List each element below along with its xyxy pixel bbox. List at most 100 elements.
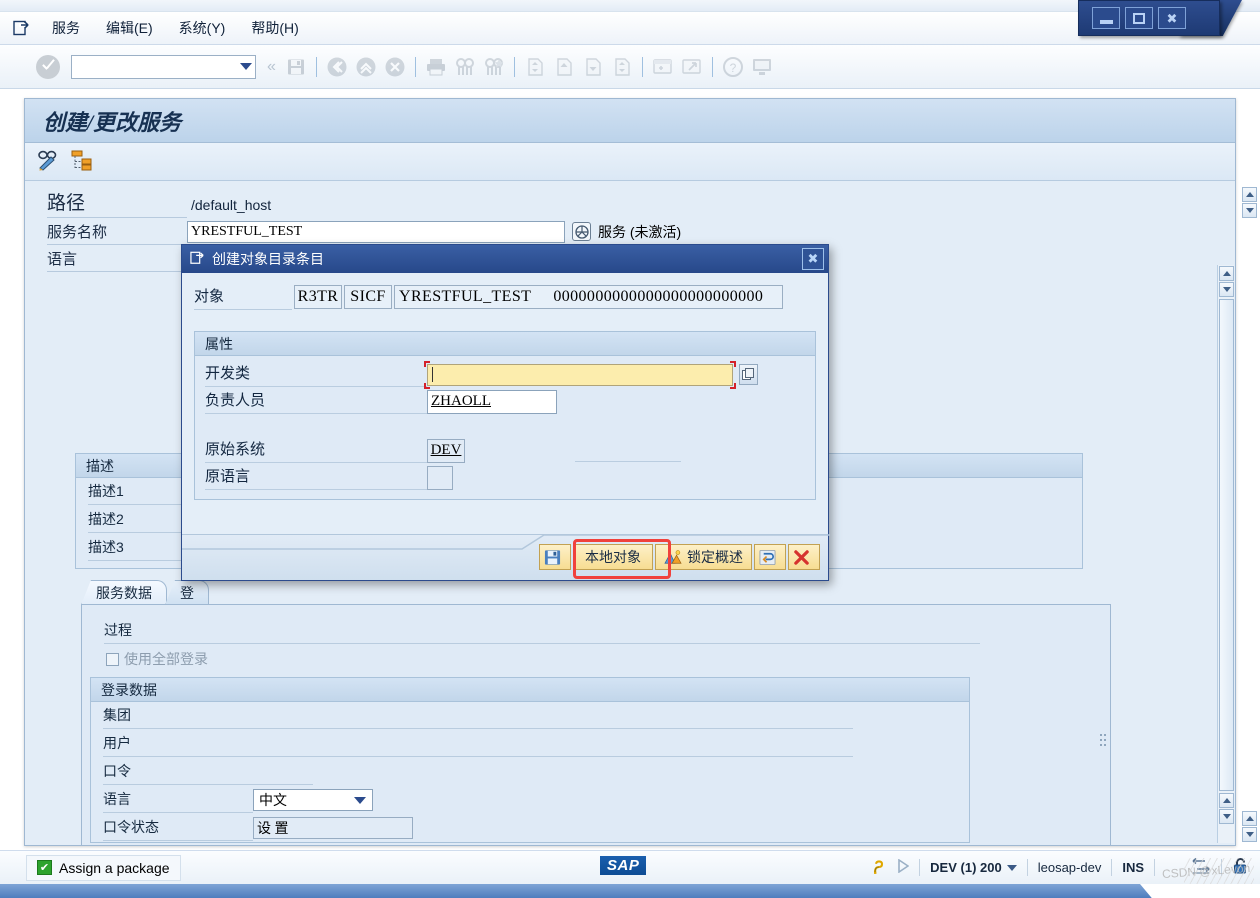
logon-language-select[interactable]: 中文 xyxy=(253,789,373,811)
find-icon[interactable] xyxy=(452,54,478,80)
green-check-icon: ✔ xyxy=(37,860,52,875)
dialog-title: 创建对象目录条目 xyxy=(212,251,324,267)
save-button[interactable] xyxy=(539,544,571,570)
screen-root: ✖ 服务 编辑(E) 系统(Y) 帮助(H) « ? 创建/更改服务 路径 /d… xyxy=(0,0,1260,898)
tab-logon[interactable]: 登 xyxy=(165,580,209,605)
password-status-value: 设 置 xyxy=(257,822,289,837)
print-icon[interactable] xyxy=(423,54,449,80)
enter-button[interactable] xyxy=(36,54,60,79)
unlocked-icon[interactable] xyxy=(1232,857,1250,878)
outer-scroll-buttons-bottom[interactable] xyxy=(1240,810,1258,846)
first-page-icon[interactable] xyxy=(522,54,548,80)
customize-local-layout-icon[interactable] xyxy=(749,54,775,80)
save-icon[interactable] xyxy=(283,54,309,80)
command-input[interactable] xyxy=(72,56,230,77)
close-button[interactable]: ✖ xyxy=(1158,7,1186,29)
last-page-icon[interactable] xyxy=(609,54,635,80)
content-scrollbar[interactable] xyxy=(1217,265,1234,843)
outer-scroll-down-button-bottom[interactable] xyxy=(1241,827,1257,842)
hierarchy-icon[interactable] xyxy=(71,149,93,174)
find-next-icon[interactable] xyxy=(481,54,507,80)
scroll-up-icon xyxy=(1222,798,1231,803)
system-indicator[interactable]: DEV (1) 200 xyxy=(930,860,1017,875)
toolbar-collapse-icon[interactable]: « xyxy=(267,58,276,76)
tab-strip: 服务数据 登 xyxy=(81,579,209,605)
globe-icon[interactable] xyxy=(572,222,591,241)
menu-item-edit[interactable]: 编辑(E) xyxy=(94,15,165,41)
scroll-up-button-bottom[interactable] xyxy=(1218,793,1234,808)
create-session-icon[interactable] xyxy=(650,54,676,80)
other-request-button[interactable] xyxy=(754,544,786,570)
main-toolbar: « ? xyxy=(0,45,1260,89)
object-type-value: R3TR xyxy=(297,288,339,305)
object-name-field[interactable]: YRESTFUL_TEST 0000000000000000000000000 xyxy=(394,285,783,309)
object-class-field[interactable]: SICF xyxy=(344,285,392,309)
cancel-icon[interactable] xyxy=(382,54,408,80)
minimize-button[interactable] xyxy=(1092,7,1120,29)
system-menu-icon[interactable] xyxy=(10,17,32,39)
play-icon[interactable] xyxy=(897,858,910,876)
menu-item-system[interactable]: 系统(Y) xyxy=(167,15,238,41)
page-title: 创建/更改服务 xyxy=(25,99,1235,143)
outer-scroll-buttons[interactable] xyxy=(1240,186,1258,222)
create-shortcut-icon[interactable] xyxy=(679,54,705,80)
logon-row-password: 口令 xyxy=(91,758,969,786)
orig-language-input[interactable] xyxy=(427,465,453,490)
scroll-down-button-bottom[interactable] xyxy=(1218,809,1234,824)
person-input[interactable]: ZHAOLL xyxy=(427,389,557,414)
outer-scroll-up-button-bottom[interactable] xyxy=(1241,811,1257,826)
menu-item-help[interactable]: 帮助(H) xyxy=(239,15,310,41)
user-field[interactable] xyxy=(253,731,853,757)
chevron-down-icon[interactable] xyxy=(240,62,252,70)
maximize-button[interactable] xyxy=(1125,7,1153,29)
required-marker-icon xyxy=(424,360,430,367)
status-separator xyxy=(1154,859,1155,876)
next-page-icon[interactable] xyxy=(580,54,606,80)
attributes-group: 属性 开发类 负责人员 ZHAOLL 原始系统 DEV 原语言 xyxy=(194,331,816,500)
orig-system-input[interactable]: DEV xyxy=(427,438,465,463)
command-field[interactable] xyxy=(71,54,256,79)
toolbar-separator xyxy=(711,56,713,77)
previous-page-icon[interactable] xyxy=(551,54,577,80)
tab-service-data[interactable]: 服务数据 xyxy=(81,580,167,605)
exit-icon[interactable] xyxy=(353,54,379,80)
help-yellow-icon[interactable] xyxy=(871,858,887,878)
menu-item-service[interactable]: 服务 xyxy=(40,15,92,41)
attributes-group-title: 属性 xyxy=(195,332,815,356)
scroll-thumb[interactable] xyxy=(1218,299,1234,791)
path-value: /default_host xyxy=(191,196,272,213)
resize-icon[interactable] xyxy=(1191,857,1211,878)
outer-scroll-up-button[interactable] xyxy=(1241,187,1257,202)
client-field[interactable] xyxy=(253,703,853,729)
menu-item-label: 系统(Y) xyxy=(178,20,226,36)
panel-resize-grip[interactable] xyxy=(1098,689,1108,809)
toolbar-separator xyxy=(513,56,515,77)
required-marker-icon xyxy=(730,360,736,367)
attributes-bottom-spacer xyxy=(195,491,815,499)
scroll-up-button[interactable] xyxy=(1218,266,1234,281)
save-icon xyxy=(544,549,561,565)
object-type-field[interactable]: R3TR xyxy=(294,285,342,309)
logon-language-label: 语言 xyxy=(103,787,253,813)
status-separator xyxy=(919,859,921,876)
value-help-icon[interactable] xyxy=(739,364,758,385)
dialog-close-button[interactable]: ✖ xyxy=(802,248,824,270)
password-field[interactable] xyxy=(253,759,313,785)
scroll-up-icon xyxy=(1245,816,1254,821)
scroll-down-button[interactable] xyxy=(1218,282,1234,297)
service-name-input[interactable]: YRESTFUL_TEST xyxy=(187,220,565,243)
use-all-logon-checkbox[interactable] xyxy=(106,652,119,666)
outer-scroll-down-button[interactable] xyxy=(1241,203,1257,218)
help-icon[interactable]: ? xyxy=(720,54,746,80)
required-marker-icon xyxy=(424,382,430,389)
display-change-icon[interactable] xyxy=(37,149,61,174)
scroll-down-icon xyxy=(1245,208,1254,213)
back-icon[interactable] xyxy=(324,54,350,80)
client-label: 集团 xyxy=(103,703,253,729)
cancel-red-x-icon xyxy=(794,549,809,565)
process-title-row: 过程 xyxy=(100,617,980,645)
dev-class-input[interactable] xyxy=(424,360,736,389)
orig-system-value: DEV xyxy=(430,442,462,458)
cancel-button[interactable] xyxy=(788,544,820,570)
insert-mode-label[interactable]: INS xyxy=(1122,860,1144,875)
